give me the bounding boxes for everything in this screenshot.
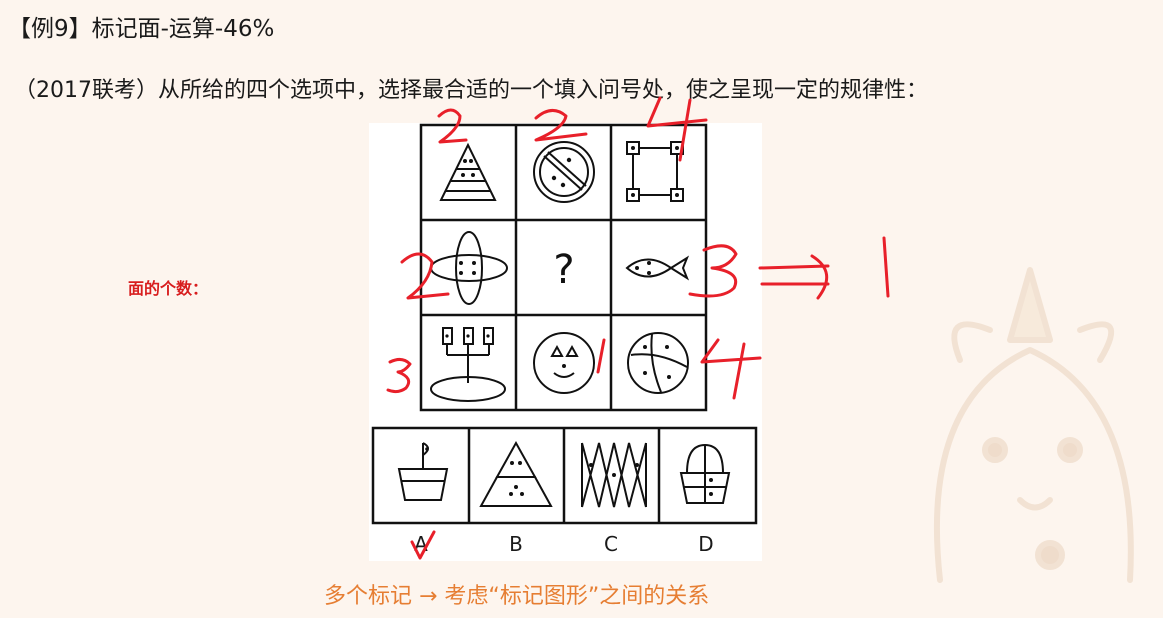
option-label-a: A	[414, 532, 428, 556]
option-label-d: D	[698, 532, 713, 556]
handwritten-arrow	[758, 254, 830, 300]
footer-hint: 多个标记 → 考虑“标记图形”之间的关系	[324, 584, 710, 609]
handwritten-digit-1-result	[882, 236, 890, 298]
option-label-b: B	[509, 532, 523, 556]
puzzle-figure: ? A B C D	[369, 123, 762, 561]
unicorn-mascot-watermark	[933, 267, 1134, 583]
page-title: 【例9】标记面-运算-46%	[8, 16, 275, 42]
question-text: （2017联考）从所给的四个选项中，选择最合适的一个填入问号处，使之呈现一定的规…	[14, 78, 928, 103]
missing-cell-question-mark: ?	[553, 247, 574, 293]
option-label-c: C	[604, 532, 618, 556]
side-label-face-count: 面的个数：	[128, 279, 209, 298]
